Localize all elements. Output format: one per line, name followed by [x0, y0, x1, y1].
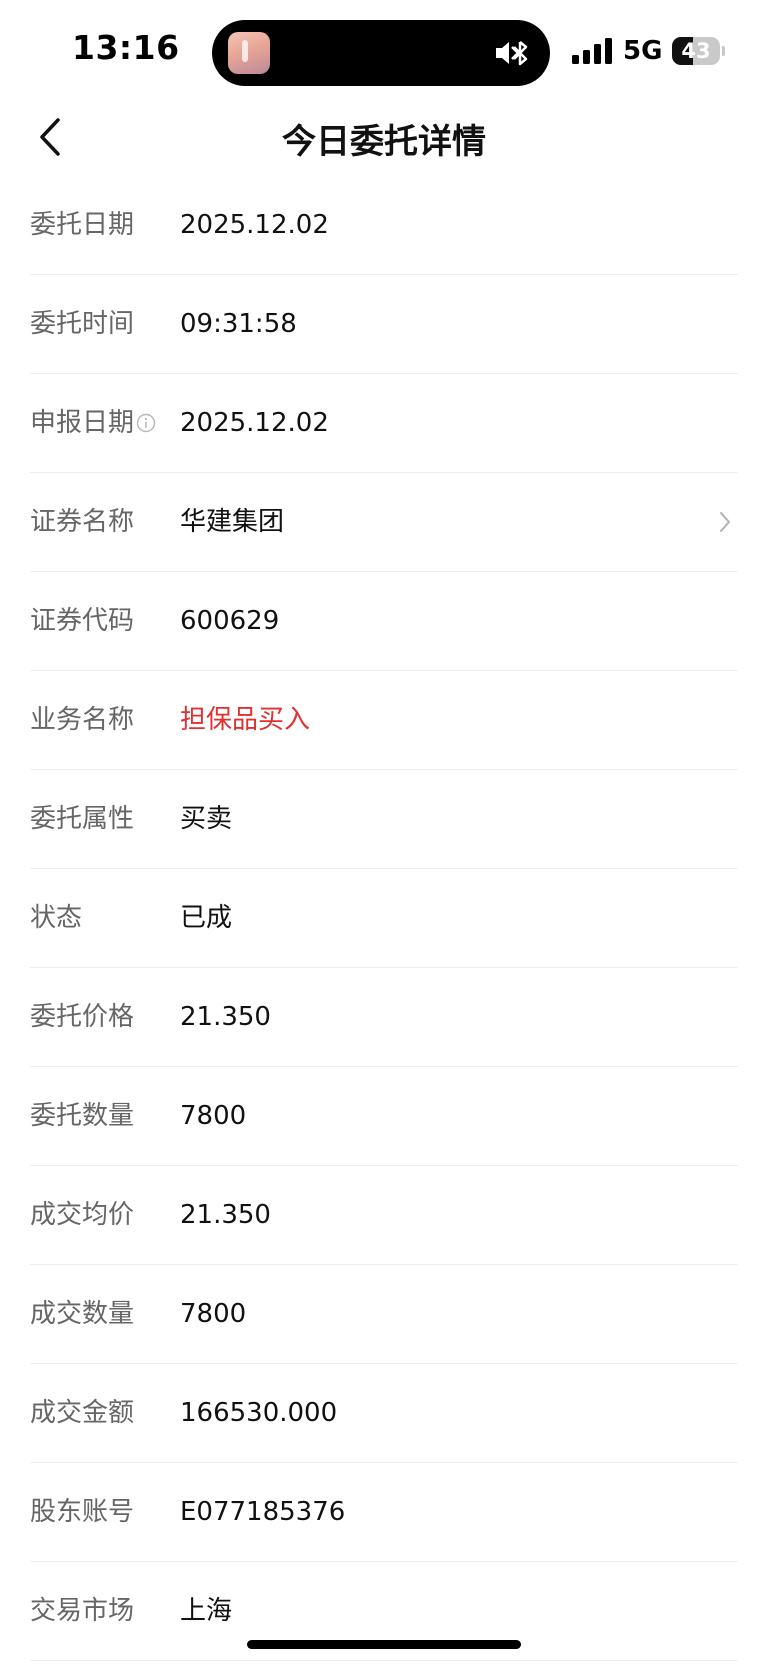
battery-icon: 43: [672, 37, 725, 65]
avg-fill-price-value: 21.350: [180, 1200, 271, 1230]
detail-row-order-attribute: 委托属性 买卖: [30, 770, 738, 869]
detail-row-order-price: 委托价格 21.350: [30, 968, 738, 1067]
dynamic-island[interactable]: [212, 20, 550, 86]
status-bar: 13:16 5G 43: [0, 0, 768, 100]
app-thumbnail-icon[interactable]: [228, 32, 270, 74]
order-attribute-value: 买卖: [180, 804, 233, 834]
network-type: 5G: [623, 36, 663, 66]
detail-row-order-time: 委托时间 09:31:58: [30, 275, 738, 374]
info-icon[interactable]: [136, 413, 156, 433]
detail-row-declare-date: 申报日期 2025.12.02: [30, 374, 738, 473]
security-code-label: 证券代码: [30, 606, 135, 636]
status-time: 13:16: [72, 28, 180, 67]
avg-fill-price-label: 成交均价: [30, 1200, 135, 1230]
detail-row-status: 状态 已成: [30, 869, 738, 968]
cellular-signal-icon: [572, 38, 612, 64]
order-price-value: 21.350: [180, 1002, 271, 1032]
declare-date-label: 申报日期: [30, 374, 156, 472]
battery-level: 43: [681, 39, 711, 63]
order-date-value: 2025.12.02: [180, 210, 329, 240]
detail-row-fill-quantity: 成交数量 7800: [30, 1265, 738, 1364]
detail-row-avg-fill-price: 成交均价 21.350: [30, 1166, 738, 1265]
status-value: 已成: [180, 903, 233, 933]
business-name-label: 业务名称: [30, 705, 135, 735]
shareholder-account-label: 股东账号: [30, 1497, 135, 1527]
order-date-label: 委托日期: [30, 210, 135, 240]
market-value: 上海: [180, 1596, 233, 1626]
detail-row-order-quantity: 委托数量 7800: [30, 1067, 738, 1166]
business-name-value: 担保品买入: [180, 705, 311, 735]
declare-date-value: 2025.12.02: [180, 408, 329, 438]
fill-amount-label: 成交金额: [30, 1398, 135, 1428]
back-button[interactable]: [30, 112, 74, 162]
order-time-value: 09:31:58: [180, 309, 297, 339]
chevron-right-icon[interactable]: [718, 510, 732, 534]
detail-row-security-code: 证券代码 600629: [30, 572, 738, 671]
page-title: 今日委托详情: [282, 122, 486, 162]
order-quantity-label: 委托数量: [30, 1101, 135, 1131]
declare-date-label-text: 申报日期: [30, 408, 135, 438]
detail-row-fill-amount: 成交金额 166530.000: [30, 1364, 738, 1463]
security-code-value: 600629: [180, 606, 280, 636]
order-quantity-value: 7800: [180, 1101, 247, 1131]
detail-row-order-date: 委托日期 2025.12.02: [30, 176, 738, 275]
fill-amount-value: 166530.000: [180, 1398, 338, 1428]
detail-row-business-name: 业务名称 担保品买入: [30, 671, 738, 770]
order-detail-list: 委托日期 2025.12.02 委托时间 09:31:58 申报日期 2025.…: [0, 176, 768, 1661]
order-price-label: 委托价格: [30, 1002, 135, 1032]
security-name-label: 证券名称: [30, 507, 135, 537]
security-name-value: 华建集团: [180, 507, 285, 537]
shareholder-account-value: E077185376: [180, 1497, 346, 1527]
detail-row-shareholder-account: 股东账号 E077185376: [30, 1463, 738, 1562]
order-attribute-label: 委托属性: [30, 804, 135, 834]
fill-quantity-value: 7800: [180, 1299, 247, 1329]
nav-bar: 今日委托详情: [0, 100, 768, 174]
status-label: 状态: [30, 903, 83, 933]
order-time-label: 委托时间: [30, 309, 135, 339]
fill-quantity-label: 成交数量: [30, 1299, 135, 1329]
home-indicator[interactable]: [247, 1640, 521, 1649]
detail-row-security-name[interactable]: 证券名称 华建集团: [30, 473, 738, 572]
market-label: 交易市场: [30, 1596, 135, 1626]
mute-bluetooth-icon: [496, 41, 528, 66]
